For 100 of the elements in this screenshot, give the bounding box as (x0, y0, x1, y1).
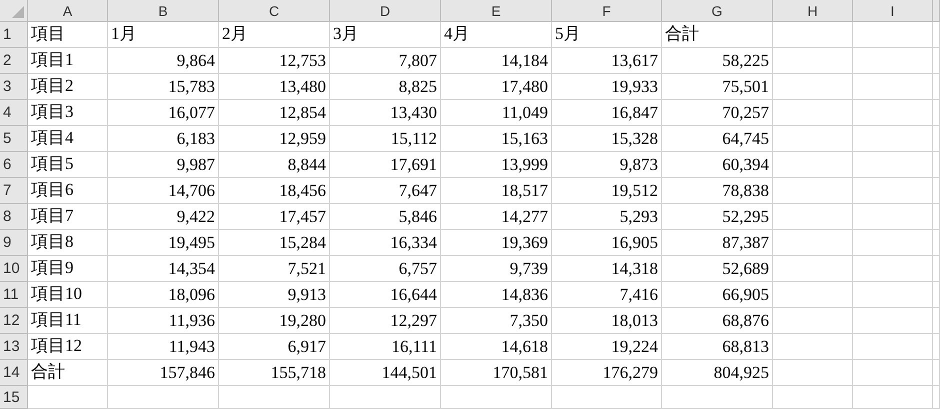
table-cell[interactable]: 5,846 (330, 204, 441, 230)
table-cell[interactable]: 17,691 (330, 152, 441, 178)
column-header[interactable]: B (108, 0, 219, 22)
table-cell[interactable]: 15,783 (108, 74, 219, 100)
table-cell[interactable]: 項目11 (28, 308, 108, 334)
table-cell[interactable]: 19,369 (441, 230, 552, 256)
empty-cell[interactable] (853, 360, 933, 386)
row-header[interactable]: 14 (0, 360, 28, 386)
table-cell[interactable]: 18,456 (219, 178, 330, 204)
table-cell[interactable]: 項目6 (28, 178, 108, 204)
table-cell[interactable]: 18,096 (108, 282, 219, 308)
table-cell[interactable]: 14,277 (441, 204, 552, 230)
table-cell[interactable]: 15,284 (219, 230, 330, 256)
table-cell[interactable]: 87,387 (662, 230, 773, 256)
table-cell[interactable]: 17,480 (441, 74, 552, 100)
row-header[interactable]: 13 (0, 334, 28, 360)
empty-cell[interactable] (853, 74, 933, 100)
empty-cell[interactable] (552, 386, 662, 409)
table-cell[interactable]: 13,480 (219, 74, 330, 100)
table-cell[interactable]: 78,838 (662, 178, 773, 204)
table-cell[interactable]: 16,111 (330, 334, 441, 360)
empty-cell[interactable] (853, 100, 933, 126)
empty-cell[interactable] (853, 256, 933, 282)
column-header[interactable]: H (773, 0, 853, 22)
table-cell[interactable]: 7,647 (330, 178, 441, 204)
table-cell[interactable]: 12,854 (219, 100, 330, 126)
table-cell[interactable]: 16,905 (552, 230, 662, 256)
table-cell[interactable]: 60,394 (662, 152, 773, 178)
empty-cell[interactable] (773, 230, 853, 256)
table-cell[interactable]: 19,280 (219, 308, 330, 334)
empty-cell[interactable] (933, 100, 940, 126)
table-cell[interactable]: 11,936 (108, 308, 219, 334)
table-cell[interactable]: 75,501 (662, 74, 773, 100)
table-cell[interactable]: 9,739 (441, 256, 552, 282)
empty-cell[interactable] (330, 386, 441, 409)
table-cell[interactable]: 14,184 (441, 48, 552, 74)
table-cell[interactable]: 144,501 (330, 360, 441, 386)
table-cell[interactable]: 19,495 (108, 230, 219, 256)
empty-cell[interactable] (773, 22, 853, 48)
table-cell[interactable]: 項目5 (28, 152, 108, 178)
table-cell[interactable]: 項目4 (28, 126, 108, 152)
select-all-icon[interactable] (12, 6, 24, 18)
table-cell[interactable]: 19,512 (552, 178, 662, 204)
empty-cell[interactable] (853, 48, 933, 74)
empty-cell[interactable] (933, 308, 940, 334)
table-cell[interactable]: 13,617 (552, 48, 662, 74)
empty-cell[interactable] (773, 308, 853, 334)
table-cell[interactable]: 合計 (28, 360, 108, 386)
row-header[interactable]: 4 (0, 100, 28, 126)
empty-cell[interactable] (773, 360, 853, 386)
table-cell[interactable]: 7,521 (219, 256, 330, 282)
empty-cell[interactable] (933, 74, 940, 100)
empty-cell[interactable] (773, 256, 853, 282)
table-cell[interactable]: 14,354 (108, 256, 219, 282)
column-header[interactable]: E (441, 0, 552, 22)
table-cell[interactable]: 項目3 (28, 100, 108, 126)
row-header[interactable]: 1 (0, 22, 28, 48)
empty-cell[interactable] (773, 178, 853, 204)
empty-cell[interactable] (219, 386, 330, 409)
table-cell[interactable]: 3月 (330, 22, 441, 48)
table-cell[interactable]: 68,876 (662, 308, 773, 334)
table-cell[interactable]: 16,334 (330, 230, 441, 256)
table-cell[interactable]: 66,905 (662, 282, 773, 308)
table-cell[interactable]: 15,328 (552, 126, 662, 152)
row-header[interactable]: 10 (0, 256, 28, 282)
empty-cell[interactable] (773, 100, 853, 126)
table-cell[interactable]: 18,517 (441, 178, 552, 204)
row-header[interactable]: 15 (0, 386, 28, 409)
row-header[interactable]: 5 (0, 126, 28, 152)
table-cell[interactable]: 16,077 (108, 100, 219, 126)
table-cell[interactable]: 11,943 (108, 334, 219, 360)
table-cell[interactable]: 12,297 (330, 308, 441, 334)
column-header[interactable]: D (330, 0, 441, 22)
table-cell[interactable]: 5,293 (552, 204, 662, 230)
empty-cell[interactable] (933, 204, 940, 230)
row-header[interactable]: 2 (0, 48, 28, 74)
empty-cell[interactable] (662, 386, 773, 409)
table-cell[interactable]: 12,753 (219, 48, 330, 74)
table-cell[interactable]: 15,112 (330, 126, 441, 152)
table-cell[interactable]: 7,416 (552, 282, 662, 308)
table-cell[interactable]: 9,873 (552, 152, 662, 178)
table-cell[interactable]: 13,430 (330, 100, 441, 126)
column-header[interactable]: G (662, 0, 773, 22)
table-cell[interactable]: 17,457 (219, 204, 330, 230)
row-header[interactable]: 9 (0, 230, 28, 256)
column-header[interactable]: C (219, 0, 330, 22)
table-cell[interactable]: 16,847 (552, 100, 662, 126)
table-cell[interactable]: 7,807 (330, 48, 441, 74)
table-cell[interactable]: 項目12 (28, 334, 108, 360)
empty-cell[interactable] (773, 126, 853, 152)
row-header[interactable]: 12 (0, 308, 28, 334)
empty-cell[interactable] (853, 152, 933, 178)
table-cell[interactable]: 157,846 (108, 360, 219, 386)
table-cell[interactable]: 項目7 (28, 204, 108, 230)
empty-cell[interactable] (853, 334, 933, 360)
empty-cell[interactable] (441, 386, 552, 409)
table-cell[interactable]: 項目1 (28, 48, 108, 74)
empty-cell[interactable] (773, 204, 853, 230)
empty-cell[interactable] (773, 48, 853, 74)
table-cell[interactable]: 19,933 (552, 74, 662, 100)
